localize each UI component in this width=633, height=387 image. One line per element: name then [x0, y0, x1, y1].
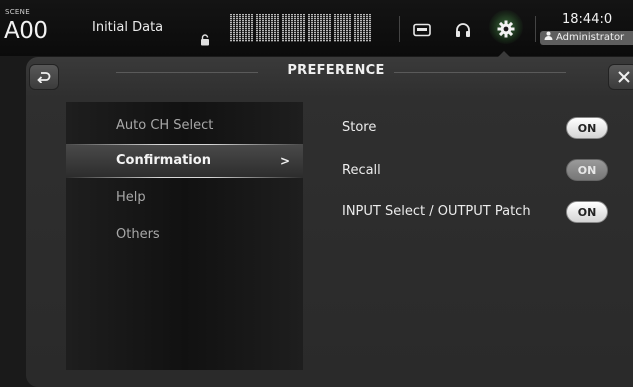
- setting-label-input-output: INPUT Select / OUTPUT Patch: [342, 204, 531, 219]
- divider: [535, 16, 536, 42]
- menu-item-help[interactable]: Help: [66, 181, 303, 215]
- meter-group: [354, 14, 371, 42]
- close-button[interactable]: [608, 64, 633, 90]
- meter-group: [308, 14, 331, 42]
- scene-number[interactable]: A00: [4, 18, 48, 44]
- menu-item-label: Others: [116, 227, 160, 242]
- preference-dialog: PREFERENCE Auto CH Select Confirmation >…: [26, 57, 633, 387]
- clock: 18:44:0: [562, 12, 613, 27]
- close-icon: [618, 68, 630, 87]
- menu-item-others[interactable]: Others: [66, 218, 303, 252]
- title-rule: [394, 72, 566, 73]
- menu-item-auto-ch-select[interactable]: Auto CH Select: [66, 109, 303, 143]
- recall-toggle[interactable]: ON: [566, 159, 608, 181]
- scene-title[interactable]: Initial Data: [92, 20, 163, 35]
- user-badge[interactable]: Administrator: [540, 31, 633, 45]
- meter-group: [282, 14, 305, 42]
- meter-group: [230, 14, 253, 42]
- gear-icon[interactable]: [497, 20, 515, 42]
- divider: [399, 16, 400, 42]
- menu-item-confirmation[interactable]: Confirmation >: [66, 144, 303, 178]
- top-bar: SCENE A00 Initial Data 18:44:0 Administr…: [0, 0, 633, 58]
- menu-item-label: Confirmation: [116, 153, 211, 168]
- user-label: Administrator: [556, 32, 625, 43]
- user-icon: [544, 31, 553, 45]
- dialog-title: PREFERENCE: [287, 63, 385, 78]
- scene-caption: SCENE: [5, 8, 30, 16]
- chevron-right-icon: >: [280, 154, 291, 168]
- menu-item-label: Auto CH Select: [116, 118, 214, 133]
- preference-menu: Auto CH Select Confirmation > Help Other…: [66, 102, 303, 370]
- recorder-icon[interactable]: [413, 22, 431, 41]
- setting-label-recall: Recall: [342, 163, 381, 178]
- lock-icon[interactable]: [200, 31, 210, 50]
- menu-item-label: Help: [116, 190, 146, 205]
- meter-group: [334, 14, 351, 42]
- setting-label-store: Store: [342, 120, 377, 135]
- level-meters[interactable]: [230, 14, 388, 42]
- store-toggle[interactable]: ON: [566, 117, 608, 139]
- input-output-toggle[interactable]: ON: [566, 201, 608, 223]
- headphones-icon[interactable]: [455, 22, 471, 42]
- meter-group: [256, 14, 279, 42]
